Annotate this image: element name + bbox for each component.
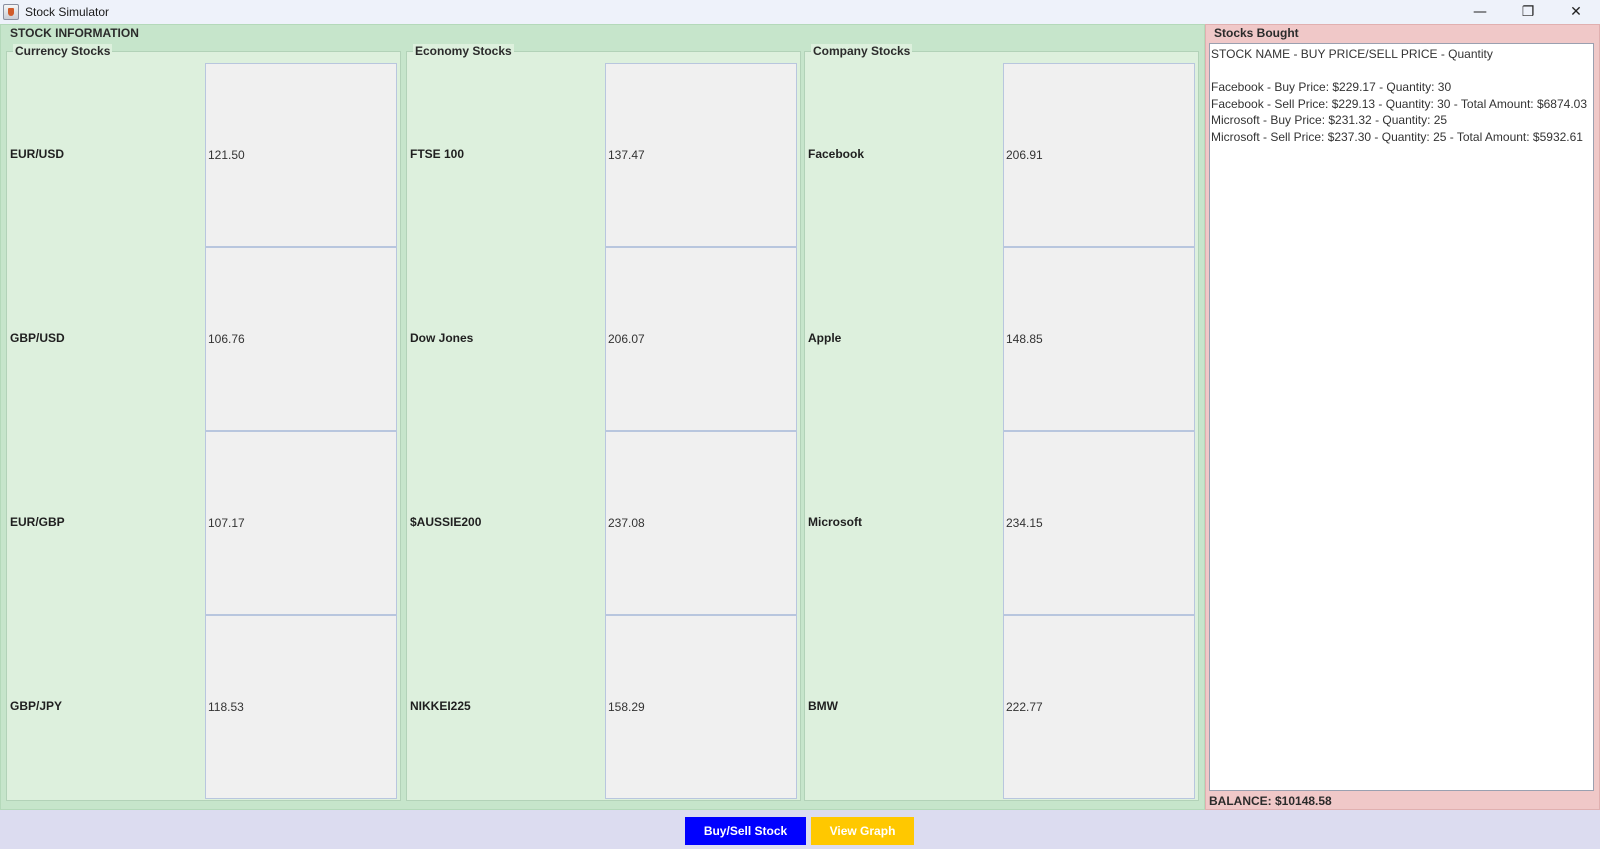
stock-value-field: 158.29 xyxy=(605,615,797,799)
stock-name-label: Dow Jones xyxy=(410,331,474,345)
stock-value-text: 237.08 xyxy=(608,516,645,530)
stock-value-text: 106.76 xyxy=(208,332,245,346)
stock-name-label: NIKKEI225 xyxy=(410,699,471,713)
close-button[interactable]: ✕ xyxy=(1552,0,1600,24)
stock-name-label: BMW xyxy=(808,699,838,713)
stock-name-label: Apple xyxy=(808,331,842,345)
stocks-bought-panel: Stocks Bought STOCK NAME - BUY PRICE/SEL… xyxy=(1205,24,1600,810)
minimize-button[interactable]: — xyxy=(1456,0,1504,24)
window-title: Stock Simulator xyxy=(25,5,110,19)
stock-value-field: 206.07 xyxy=(605,247,797,431)
stocks-bought-line: STOCK NAME - BUY PRICE/SELL PRICE - Quan… xyxy=(1211,47,1493,61)
stock-value-field: 107.17 xyxy=(205,431,397,615)
java-app-icon xyxy=(3,4,19,20)
stock-value-field: 137.47 xyxy=(605,63,797,247)
stock-value-text: 158.29 xyxy=(608,700,645,714)
stock-category-title: Currency Stocks xyxy=(13,44,113,58)
view-graph-button[interactable]: View Graph xyxy=(811,817,914,845)
stock-name-label: Microsoft xyxy=(808,515,862,529)
stock-value-text: 222.77 xyxy=(1006,700,1043,714)
stocks-bought-line: Microsoft - Buy Price: $231.32 - Quantit… xyxy=(1211,113,1448,128)
stock-category-2: Company Stocks Facebook 206.91 Apple 148.85 M… xyxy=(804,44,1199,801)
stock-name-label: GBP/USD xyxy=(10,331,65,345)
stock-name-label: FTSE 100 xyxy=(410,147,465,161)
stock-name-label: $AUSSIE200 xyxy=(410,515,482,529)
stock-value-text: 148.85 xyxy=(1006,332,1043,346)
stock-information-title: STOCK INFORMATION xyxy=(10,26,139,40)
stocks-bought-line: Microsoft - Sell Price: $237.30 - Quanti… xyxy=(1211,129,1583,144)
buy-sell-stock-button[interactable]: Buy/Sell Stock xyxy=(685,817,806,845)
stock-value-text: 206.07 xyxy=(608,332,645,346)
stock-value-field: 206.91 xyxy=(1003,63,1195,247)
stock-value-text: 118.53 xyxy=(208,700,244,714)
stock-value-text: 121.50 xyxy=(208,148,245,162)
stocks-bought-line: Facebook - Sell Price: $229.13 - Quantit… xyxy=(1211,96,1588,111)
stock-value-text: 234.15 xyxy=(1006,516,1043,530)
stock-value-field: 148.85 xyxy=(1003,247,1195,431)
stocks-bought-line: Facebook - Buy Price: $229.17 - Quantity… xyxy=(1211,80,1452,95)
stock-value-field: 106.76 xyxy=(205,247,397,431)
title-bar: Stock Simulator — ❐ ✕ xyxy=(0,0,1600,24)
stock-category-title: Company Stocks xyxy=(811,44,913,58)
stock-value-field: 222.77 xyxy=(1003,615,1195,799)
maximize-button[interactable]: ❐ xyxy=(1504,0,1552,24)
stock-category-title: Economy Stocks xyxy=(413,44,514,58)
stocks-bought-textarea[interactable]: STOCK NAME - BUY PRICE/SELL PRICE - Quan… xyxy=(1209,43,1594,791)
stock-name-label: GBP/JPY xyxy=(10,699,63,713)
stock-name-label: Facebook xyxy=(808,147,865,161)
stock-name-label: EUR/USD xyxy=(10,147,65,161)
stock-value-field: 121.50 xyxy=(205,63,397,247)
stock-value-field: 237.08 xyxy=(605,431,797,615)
stock-value-field: 234.15 xyxy=(1003,431,1195,615)
stock-value-field: 118.53 xyxy=(205,615,397,799)
stock-information-panel: STOCK INFORMATION Currency Stocks EUR/USD… xyxy=(0,24,1205,810)
stocks-bought-line xyxy=(1211,63,1592,80)
window-controls: — ❐ ✕ xyxy=(1456,0,1600,24)
balance-label: BALANCE: $10148.58 xyxy=(1209,794,1332,808)
stocks-bought-title: Stocks Bought xyxy=(1214,26,1299,40)
stock-value-text: 137.47 xyxy=(608,148,645,162)
stock-value-text: 107.17 xyxy=(208,516,245,530)
stock-category-0: Currency Stocks EUR/USD 121.50 GBP/USD 106.7… xyxy=(6,44,401,801)
stock-name-label: EUR/GBP xyxy=(10,515,65,529)
stock-category-1: Economy Stocks FTSE 100 137.47 Dow Jones 206… xyxy=(406,44,801,801)
stock-value-text: 206.91 xyxy=(1006,148,1043,162)
